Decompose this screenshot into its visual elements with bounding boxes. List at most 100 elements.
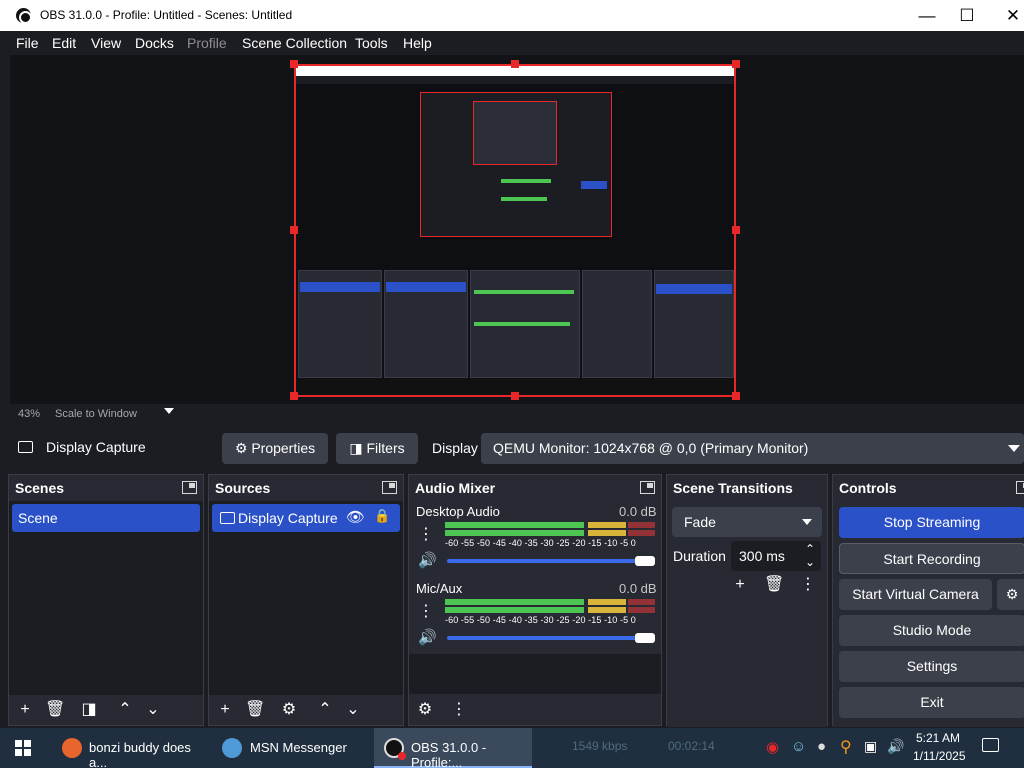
resize-handle[interactable] <box>290 392 298 400</box>
windows-logo-icon <box>15 749 22 756</box>
transition-select-value: Fade <box>684 514 716 530</box>
preview-capture-frame[interactable] <box>294 64 736 397</box>
menu-tools[interactable]: Tools <box>355 35 388 51</box>
search-tray-icon[interactable]: ⚲ <box>840 737 852 757</box>
exit-button[interactable]: Exit <box>839 687 1024 718</box>
chevron-up-icon[interactable]: ⌃ <box>315 700 335 720</box>
duration-label: Duration <box>673 548 726 564</box>
menu-scene-collection[interactable]: Scene Collection <box>242 35 347 51</box>
chevron-down-icon[interactable] <box>164 408 174 414</box>
add-icon[interactable]: + <box>730 575 750 595</box>
start-virtual-camera-button[interactable]: Start Virtual Camera <box>839 579 992 610</box>
audio-mixer-title: Audio Mixer <box>415 480 496 496</box>
kebab-menu-icon[interactable]: ⋮ <box>418 601 434 621</box>
source-toolbar: Display Capture ⚙ Properties ◨ Filters D… <box>0 425 1024 471</box>
close-button[interactable]: ✕ <box>990 0 1024 31</box>
duration-spinbox[interactable]: 300 ms ⌃ ⌄ <box>731 541 821 571</box>
gear-icon[interactable]: ⚙ <box>279 700 299 720</box>
chevron-down-icon[interactable]: ⌄ <box>805 547 815 577</box>
chevron-down-icon[interactable]: ⌄ <box>143 700 163 720</box>
eye-icon[interactable]: 👁 <box>346 508 365 526</box>
filters-label: Filters <box>366 440 405 456</box>
add-icon[interactable]: + <box>215 700 235 720</box>
volume-slider-knob[interactable] <box>635 556 655 566</box>
start-button[interactable] <box>0 728 48 768</box>
resize-handle[interactable] <box>732 392 740 400</box>
undock-icon[interactable] <box>1016 481 1024 494</box>
kebab-menu-icon[interactable]: ⋮ <box>798 575 818 595</box>
resize-handle[interactable] <box>732 226 740 234</box>
zoom-percent: 43% <box>18 408 41 420</box>
speaker-icon[interactable]: 🔊 <box>418 628 437 646</box>
virtual-camera-settings-gear-icon[interactable]: ⚙ <box>997 579 1024 610</box>
drop-tray-icon[interactable]: ● <box>817 738 826 755</box>
stop-streaming-button[interactable]: Stop Streaming <box>839 507 1024 538</box>
kebab-menu-icon[interactable]: ⋮ <box>418 524 434 544</box>
menu-profile[interactable]: Profile <box>187 35 227 51</box>
meter-scale: -60 -55 -50 -45 -40 -35 -30 -25 -20 -15 … <box>445 615 636 625</box>
trash-icon[interactable]: 🗑 <box>45 700 65 720</box>
resize-handle[interactable] <box>290 226 298 234</box>
undock-icon[interactable] <box>382 481 397 494</box>
controls-title: Controls <box>839 480 897 496</box>
resize-handle[interactable] <box>511 392 519 400</box>
chevron-down-icon <box>1008 445 1020 452</box>
selected-source-name: Display Capture <box>46 439 146 455</box>
settings-button[interactable]: Settings <box>839 651 1024 682</box>
kebab-menu-icon[interactable]: ⋮ <box>449 700 469 720</box>
taskbar-item-firefox[interactable]: bonzi buddy does a... <box>52 728 210 768</box>
menu-docks[interactable]: Docks <box>135 35 174 51</box>
transition-select[interactable]: Fade <box>672 507 822 537</box>
trash-icon[interactable]: 🗑 <box>764 575 784 595</box>
obs-tray-icon[interactable]: ◉ <box>766 738 779 756</box>
title-bar: OBS 31.0.0 - Profile: Untitled - Scenes:… <box>0 0 1024 31</box>
taskbar-item-msn[interactable]: MSN Messenger <box>212 728 370 768</box>
properties-button[interactable]: ⚙ Properties <box>222 433 328 464</box>
volume-slider-mic-aux[interactable] <box>447 636 655 640</box>
maximize-button[interactable]: ☐ <box>944 0 990 31</box>
volume-icon[interactable]: 🔊 <box>887 738 904 755</box>
resize-handle[interactable] <box>511 60 519 68</box>
network-icon[interactable]: ▣ <box>864 738 877 755</box>
clock-time[interactable]: 5:21 AM <box>916 731 960 745</box>
advanced-audio-gear-icon[interactable]: ⚙ <box>415 700 435 720</box>
menu-file[interactable]: File <box>16 35 39 51</box>
gear-icon: ⚙ <box>234 440 248 456</box>
menu-view[interactable]: View <box>91 35 121 51</box>
msn-messenger-icon <box>222 738 242 758</box>
start-recording-button[interactable]: Start Recording <box>839 543 1024 574</box>
scenes-toolbar: + 🗑 ◨ ⌃ ⌄ <box>9 695 203 725</box>
chevron-up-icon[interactable]: ⌃ <box>115 700 135 720</box>
scene-item[interactable]: Scene <box>12 504 200 532</box>
filter-icon[interactable]: ◨ <box>79 700 99 720</box>
scale-mode-select[interactable]: Scale to Window <box>55 408 137 420</box>
menu-help[interactable]: Help <box>403 35 432 51</box>
windows-logo-icon <box>24 749 31 756</box>
scene-item-label: Scene <box>18 510 58 526</box>
resize-handle[interactable] <box>290 60 298 68</box>
undock-icon[interactable] <box>640 481 655 494</box>
clock-date[interactable]: 1/11/2025 <box>913 749 966 763</box>
lock-icon[interactable]: 🔒 <box>374 508 390 524</box>
studio-mode-button[interactable]: Studio Mode <box>839 615 1024 646</box>
notification-icon[interactable] <box>982 738 999 752</box>
volume-meter-desktop-audio <box>445 522 655 528</box>
scenes-title: Scenes <box>15 480 65 496</box>
volume-slider-desktop-audio[interactable] <box>447 559 655 563</box>
display-select[interactable]: QEMU Monitor: 1024x768 @ 0,0 (Primary Mo… <box>481 433 1024 464</box>
chevron-down-icon[interactable]: ⌄ <box>343 700 363 720</box>
duration-value: 300 ms <box>739 548 785 564</box>
add-icon[interactable]: + <box>15 700 35 720</box>
filters-button[interactable]: ◨ Filters <box>336 433 418 464</box>
source-list: Display Capture 👁 🔒 <box>209 501 403 697</box>
source-item[interactable]: Display Capture 👁 🔒 <box>212 504 400 532</box>
trash-icon[interactable]: 🗑 <box>245 700 265 720</box>
msn-tray-icon[interactable]: ☺ <box>791 738 806 755</box>
taskbar-item-obs[interactable]: OBS 31.0.0 - Profile:... <box>374 728 532 768</box>
volume-slider-knob[interactable] <box>635 633 655 643</box>
undock-icon[interactable] <box>182 481 197 494</box>
resize-handle[interactable] <box>732 60 740 68</box>
speaker-icon[interactable]: 🔊 <box>418 551 437 569</box>
chevron-down-icon <box>802 519 812 525</box>
menu-edit[interactable]: Edit <box>52 35 76 51</box>
